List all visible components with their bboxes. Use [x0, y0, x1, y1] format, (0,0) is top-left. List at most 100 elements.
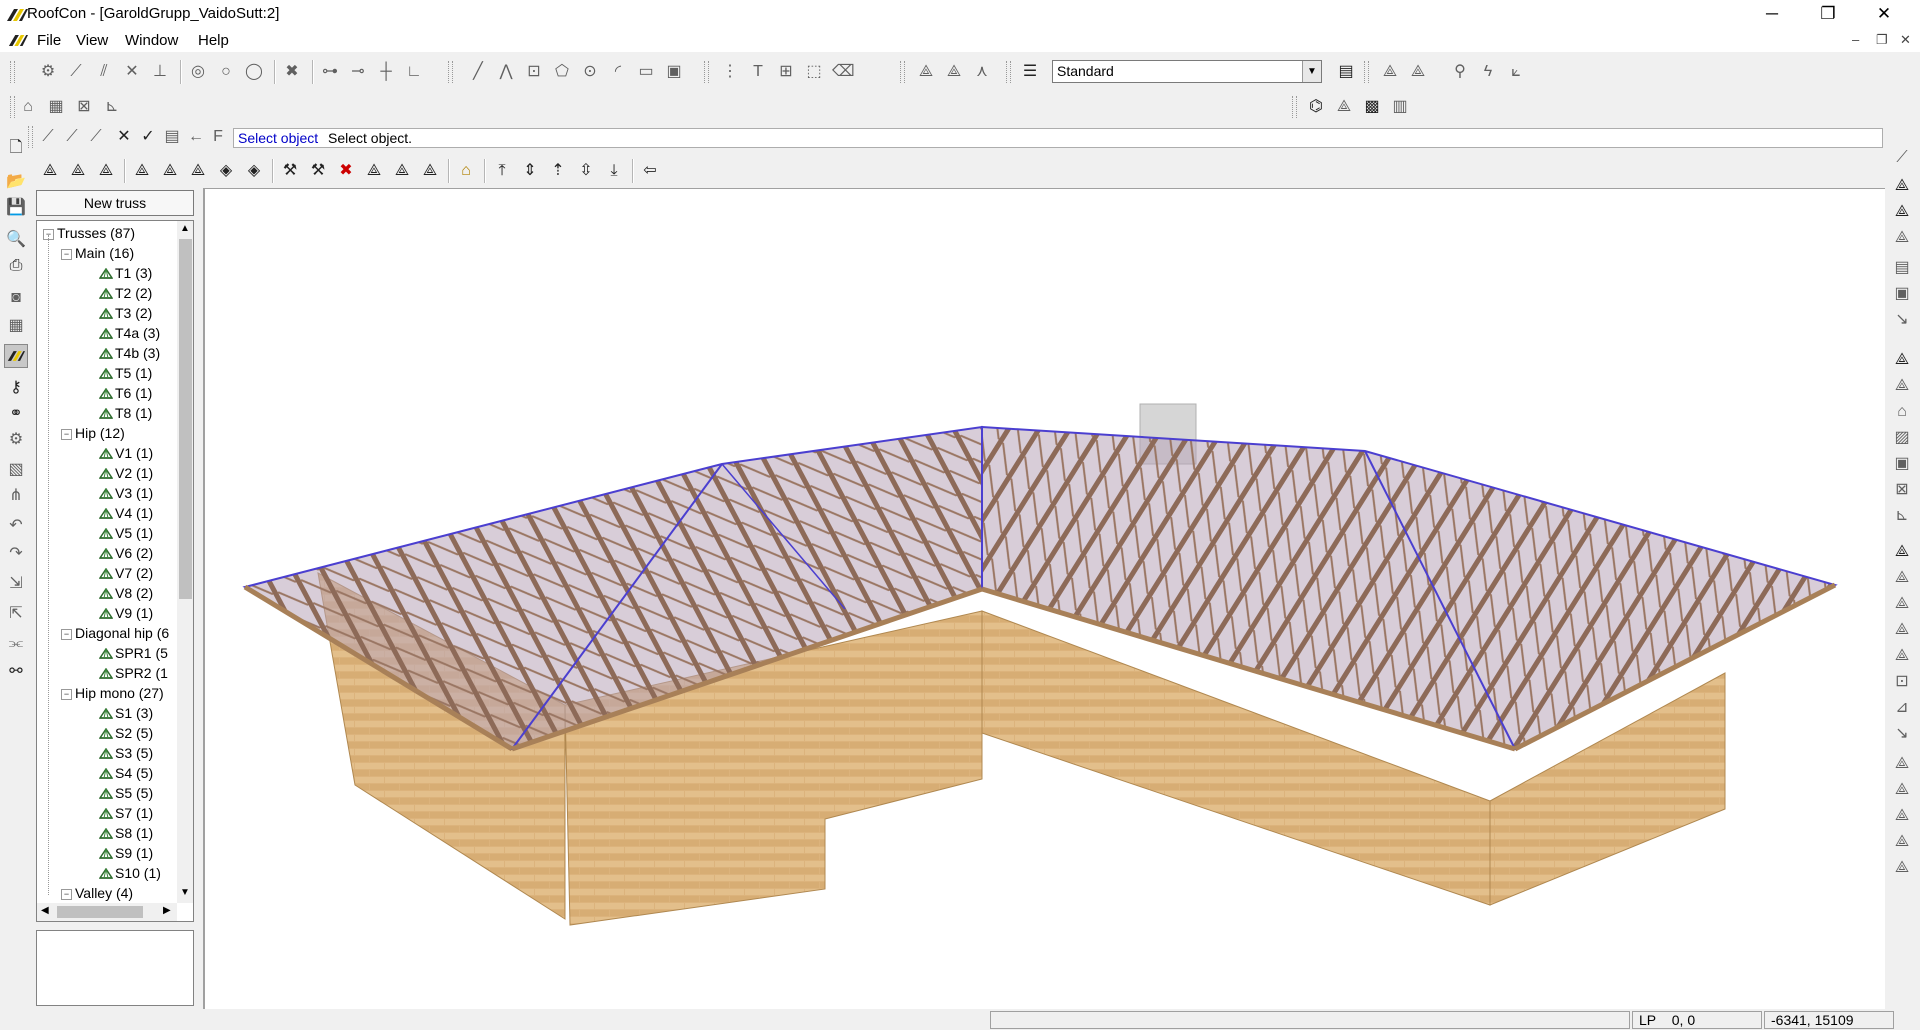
cancel-icon[interactable]: ✕ — [114, 127, 134, 147]
toolbar-grip[interactable] — [10, 61, 15, 83]
mdi-restore-button[interactable]: ❐ — [1876, 32, 1888, 48]
back-arrow-icon[interactable]: ← — [186, 127, 206, 147]
truss-group-icon[interactable]: ⟁ — [364, 161, 384, 181]
tree-root[interactable]: − Trusses (87) — [43, 225, 135, 241]
truss-delete-icon[interactable]: ✖ — [336, 161, 356, 181]
align-top-icon[interactable]: ⤒ — [492, 161, 512, 181]
wall-icon[interactable]: ▦ — [46, 97, 66, 117]
document-logo-icon[interactable] — [8, 33, 28, 48]
layer-icon[interactable]: ☰ — [1020, 62, 1040, 82]
line-snap-icon[interactable]: ⟋ — [66, 62, 86, 82]
maximize-button[interactable]: ❐ — [1800, 0, 1856, 30]
tree-group[interactable]: − Hip mono (27) — [61, 685, 164, 701]
stretch-icon[interactable]: ⇱ — [6, 604, 26, 624]
close-button[interactable]: ✕ — [1856, 0, 1912, 30]
confirm-icon[interactable]: ✓ — [138, 127, 158, 147]
dim-text-icon[interactable]: ⊞ — [776, 62, 796, 82]
history-icon[interactable]: ▤ — [162, 127, 182, 147]
grid-icon[interactable]: ⋮ — [720, 62, 740, 82]
truss-edit-icon[interactable]: ⟁ — [1380, 62, 1400, 82]
tool-r26-icon[interactable]: ⟁ — [1892, 832, 1912, 852]
tool-r4-icon[interactable]: ⟁ — [1892, 228, 1912, 248]
style-manager-icon[interactable]: ▤ — [1336, 62, 1356, 82]
house-icon[interactable]: ⌂ — [18, 97, 38, 117]
tool-r23-icon[interactable]: ⟁ — [1892, 754, 1912, 774]
tree-collapse-icon[interactable]: − — [61, 429, 72, 440]
intersect-icon[interactable]: ✕ — [122, 62, 142, 82]
corner-icon[interactable]: ∟ — [404, 62, 424, 82]
building-icon[interactable]: ▩ — [1362, 97, 1382, 117]
save-icon[interactable]: 💾 — [6, 198, 26, 218]
tool-r24-icon[interactable]: ⟁ — [1892, 780, 1912, 800]
tool-r13-icon[interactable]: ⊠ — [1892, 480, 1912, 500]
pin-icon[interactable]: ⚲ — [1450, 62, 1470, 82]
truss-3d-icon[interactable]: ⌬ — [1306, 97, 1326, 117]
scroll-down-icon[interactable]: ▼ — [180, 887, 190, 898]
polyline-icon[interactable]: ⋀ — [496, 62, 516, 82]
calculator-icon[interactable]: ▦ — [6, 316, 26, 336]
style-select[interactable]: Standard ▼ — [1052, 60, 1322, 83]
tree-item[interactable]: V7 (2) — [99, 565, 153, 581]
tool-r2-icon[interactable]: ⟁ — [1892, 176, 1912, 196]
truss-add-b-icon[interactable]: ⟁ — [96, 161, 116, 181]
delete-snap-icon[interactable]: ✖ — [282, 62, 302, 82]
tree-item[interactable]: S9 (1) — [99, 845, 153, 861]
tree-horizontal-scrollbar[interactable]: ◀ ▶ — [37, 903, 177, 921]
truss-split-icon[interactable]: ⟁ — [392, 161, 412, 181]
node-icon[interactable]: ⊸ — [348, 62, 368, 82]
circle-3p-icon[interactable]: ◯ — [244, 62, 264, 82]
tool-r7-icon[interactable]: ↘ — [1892, 310, 1912, 330]
ortho-icon[interactable]: ⟋ — [38, 127, 58, 147]
scale-icon[interactable]: ⇲ — [6, 574, 26, 594]
menu-file[interactable]: File — [37, 32, 61, 49]
perpendicular-icon[interactable]: ⊥ — [150, 62, 170, 82]
measure-icon[interactable]: ⟀ — [1506, 62, 1526, 82]
circle-draw-icon[interactable]: ⊙ — [580, 62, 600, 82]
tool-r14-icon[interactable]: ⊾ — [1892, 506, 1912, 526]
print-icon[interactable]: ⎙ — [6, 256, 26, 276]
tool-r3-icon[interactable]: ⟁ — [1892, 202, 1912, 222]
active-mode-button[interactable] — [4, 344, 28, 368]
back-arrow-panel-icon[interactable]: ⇦ — [640, 161, 660, 181]
tool-r9-icon[interactable]: ⟁ — [1892, 376, 1912, 396]
tree-item[interactable]: T3 (2) — [99, 305, 152, 321]
polar-icon[interactable]: ⟋ — [62, 127, 82, 147]
truss-add-icon[interactable]: ⟁ — [68, 161, 88, 181]
truss-view-icon[interactable]: ⟁ — [1334, 97, 1354, 117]
tree-item[interactable]: T8 (1) — [99, 405, 152, 421]
polygon-icon[interactable]: ⬠ — [552, 62, 572, 82]
tree-item[interactable]: V9 (1) — [99, 605, 153, 621]
tree-item[interactable]: T4b (3) — [99, 345, 160, 361]
trim-icon[interactable]: ⫘ — [6, 634, 26, 654]
tool-r15-icon[interactable]: ⟁ — [1892, 542, 1912, 562]
tool-r1-icon[interactable]: ⟋ — [1892, 148, 1912, 168]
tree-item[interactable]: S2 (5) — [99, 725, 153, 741]
tree-item[interactable]: T6 (1) — [99, 385, 152, 401]
tree-item[interactable]: V4 (1) — [99, 505, 153, 521]
tool-r27-icon[interactable]: ⟁ — [1892, 858, 1912, 878]
3d-viewport[interactable] — [203, 188, 1885, 1009]
tree-item[interactable]: V3 (1) — [99, 485, 153, 501]
truss-tool-a-icon[interactable]: ⟁ — [916, 62, 936, 82]
tool-r22-icon[interactable]: ↘ — [1892, 724, 1912, 744]
select-area-icon[interactable]: ⬚ — [804, 62, 824, 82]
tree-item[interactable]: S8 (1) — [99, 825, 153, 841]
circle-icon[interactable]: ○ — [216, 62, 236, 82]
tree-item[interactable]: V5 (1) — [99, 525, 153, 541]
align-center-icon[interactable]: ⇕ — [520, 161, 540, 181]
eraser-icon[interactable]: ⌫ — [832, 62, 855, 82]
parallel-icon[interactable]: ⫽ — [94, 62, 114, 82]
snap-icon[interactable]: ⚙ — [38, 62, 58, 82]
tool-r8-icon[interactable]: ⟁ — [1892, 350, 1912, 370]
tree-group[interactable]: − Valley (4) — [61, 885, 133, 901]
tree-vertical-scrollbar[interactable]: ▲ ▼ — [177, 221, 193, 903]
tool-r16-icon[interactable]: ⟁ — [1892, 568, 1912, 588]
tree-item[interactable]: S5 (5) — [99, 785, 153, 801]
move-down-icon[interactable]: ⤓ — [604, 161, 624, 181]
menu-help[interactable]: Help — [198, 32, 229, 49]
print-preview-icon[interactable]: 🔍 — [6, 230, 26, 250]
tool-r10-icon[interactable]: ⌂ — [1892, 402, 1912, 422]
tree-collapse-icon[interactable]: − — [61, 249, 72, 260]
rectangle-icon[interactable]: ▭ — [636, 62, 656, 82]
tree-item[interactable]: SPR1 (5 — [99, 645, 168, 661]
